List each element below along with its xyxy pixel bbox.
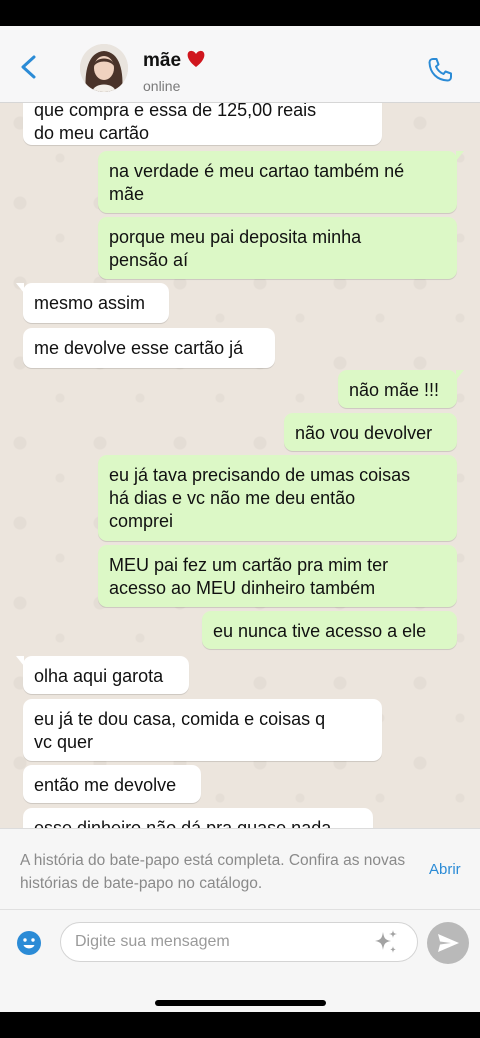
sparkle-icon[interactable] bbox=[372, 928, 400, 956]
message-bubble-incoming[interactable]: esse dinheiro não dá pra quase nada bbox=[23, 808, 373, 828]
avatar[interactable] bbox=[80, 44, 128, 92]
chat-header: mãe online bbox=[0, 26, 480, 103]
message-composer bbox=[0, 909, 480, 974]
contact-name-text: mãe bbox=[143, 50, 182, 71]
avatar-image bbox=[80, 44, 128, 92]
message-bubble-outgoing[interactable]: eu nunca tive acesso a ele bbox=[202, 611, 457, 649]
bottom-bezel bbox=[0, 1012, 480, 1038]
message-bubble-outgoing[interactable]: eu já tava precisando de umas coisas há … bbox=[98, 455, 457, 541]
message-bubble-outgoing[interactable]: não vou devolver bbox=[284, 413, 457, 451]
message-bubble-incoming[interactable]: me devolve esse cartão já bbox=[23, 328, 275, 368]
banner-text: A história do bate-papo está completa. C… bbox=[20, 852, 406, 892]
contact-status: online bbox=[143, 78, 181, 94]
message-bubble-incoming[interactable]: eu já te dou casa, comida e coisas q vc … bbox=[23, 699, 382, 761]
message-bubble-incoming[interactable]: mesmo assim bbox=[16, 283, 169, 323]
catalog-banner: A história do bate-papo está completa. C… bbox=[0, 828, 480, 909]
emoji-icon[interactable] bbox=[16, 930, 42, 956]
message-bubble-outgoing[interactable]: na verdade é meu cartao também né mãe bbox=[98, 151, 464, 213]
contact-name[interactable]: mãe bbox=[143, 50, 206, 72]
chat-area[interactable]: que compra e essa de 125,00 reais do meu… bbox=[0, 103, 480, 828]
home-indicator[interactable] bbox=[155, 1000, 326, 1006]
open-link[interactable]: Abrir bbox=[429, 861, 461, 878]
home-area bbox=[0, 974, 480, 1012]
message-input[interactable] bbox=[60, 922, 418, 962]
message-bubble-outgoing[interactable]: porque meu pai deposita minha pensão aí bbox=[98, 217, 457, 279]
send-icon bbox=[438, 934, 459, 952]
back-icon[interactable] bbox=[18, 54, 40, 80]
message-bubble-incoming[interactable]: olha aqui garota bbox=[16, 656, 189, 694]
phone-icon[interactable] bbox=[426, 56, 454, 84]
message-bubble-outgoing[interactable]: MEU pai fez um cartão pra mim ter acesso… bbox=[98, 545, 457, 607]
message-bubble-incoming[interactable]: então me devolve bbox=[23, 765, 201, 803]
message-bubble-incoming[interactable]: que compra e essa de 125,00 reais do meu… bbox=[23, 103, 382, 145]
message-bubble-outgoing[interactable]: não mãe !!! bbox=[338, 370, 464, 408]
send-button[interactable] bbox=[427, 922, 469, 964]
status-bar bbox=[0, 0, 480, 26]
heart-icon bbox=[187, 50, 205, 67]
